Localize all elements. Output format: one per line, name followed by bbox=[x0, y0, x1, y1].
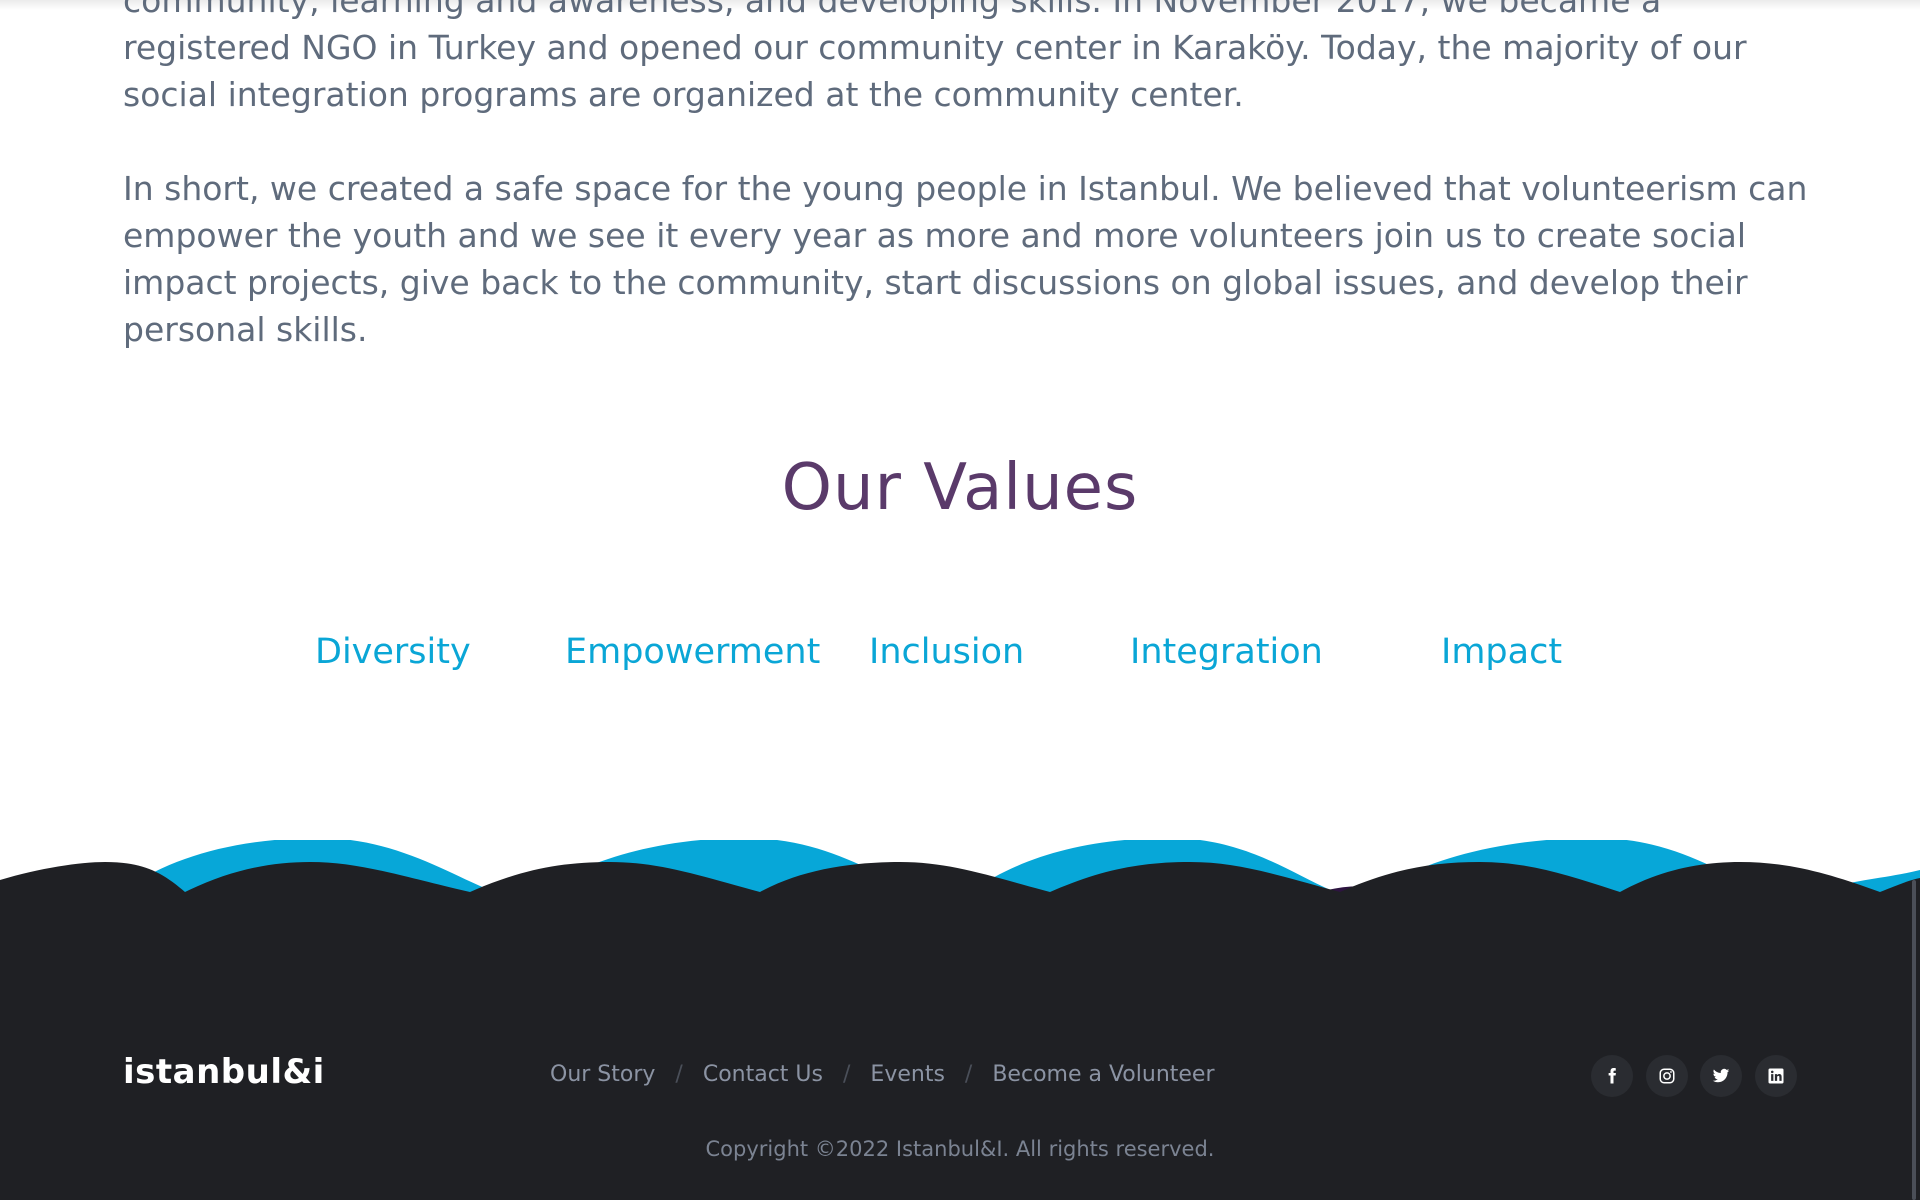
our-values-heading: Our Values bbox=[781, 451, 1139, 525]
instagram-icon bbox=[1659, 1068, 1675, 1084]
value-integration: Integration bbox=[1130, 632, 1323, 672]
value-inclusion: Inclusion bbox=[869, 632, 1025, 672]
page: community, learning and awareness, and d… bbox=[0, 0, 1920, 1200]
instagram-button[interactable] bbox=[1646, 1055, 1688, 1097]
nav-separator: / bbox=[843, 1062, 851, 1087]
footer-link-become-a-volunteer[interactable]: Become a Volunteer bbox=[992, 1060, 1214, 1090]
nav-separator: / bbox=[675, 1062, 683, 1087]
value-diversity: Diversity bbox=[315, 632, 471, 672]
value-impact: Impact bbox=[1441, 632, 1563, 672]
about-text: community, learning and awareness, and d… bbox=[123, 0, 1813, 400]
nav-separator: / bbox=[964, 1062, 973, 1087]
footer-wave-decoration bbox=[0, 840, 1920, 980]
footer-link-events[interactable]: Events bbox=[870, 1060, 945, 1090]
about-paragraph-2: In short, we created a safe space for th… bbox=[123, 169, 1808, 349]
footer-logo[interactable]: istanbul&i bbox=[123, 1050, 325, 1094]
linkedin-icon bbox=[1768, 1068, 1784, 1084]
facebook-button[interactable] bbox=[1591, 1055, 1633, 1097]
linkedin-button[interactable] bbox=[1755, 1055, 1797, 1097]
twitter-icon bbox=[1712, 1068, 1730, 1083]
footer-nav: Our Story / Contact Us / Events / Become… bbox=[550, 1060, 1215, 1090]
twitter-button[interactable] bbox=[1700, 1055, 1742, 1097]
page-scrollbar[interactable] bbox=[1912, 880, 1916, 1200]
copyright-text: Copyright ©2022 Istanbul&I. All rights r… bbox=[705, 1137, 1215, 1161]
footer-link-contact-us[interactable]: Contact Us bbox=[703, 1060, 823, 1090]
about-paragraph-1: community, learning and awareness, and d… bbox=[123, 0, 1747, 114]
footer-link-our-story[interactable]: Our Story bbox=[550, 1060, 655, 1090]
value-empowerment: Empowerment bbox=[565, 632, 821, 672]
facebook-icon bbox=[1608, 1067, 1616, 1084]
